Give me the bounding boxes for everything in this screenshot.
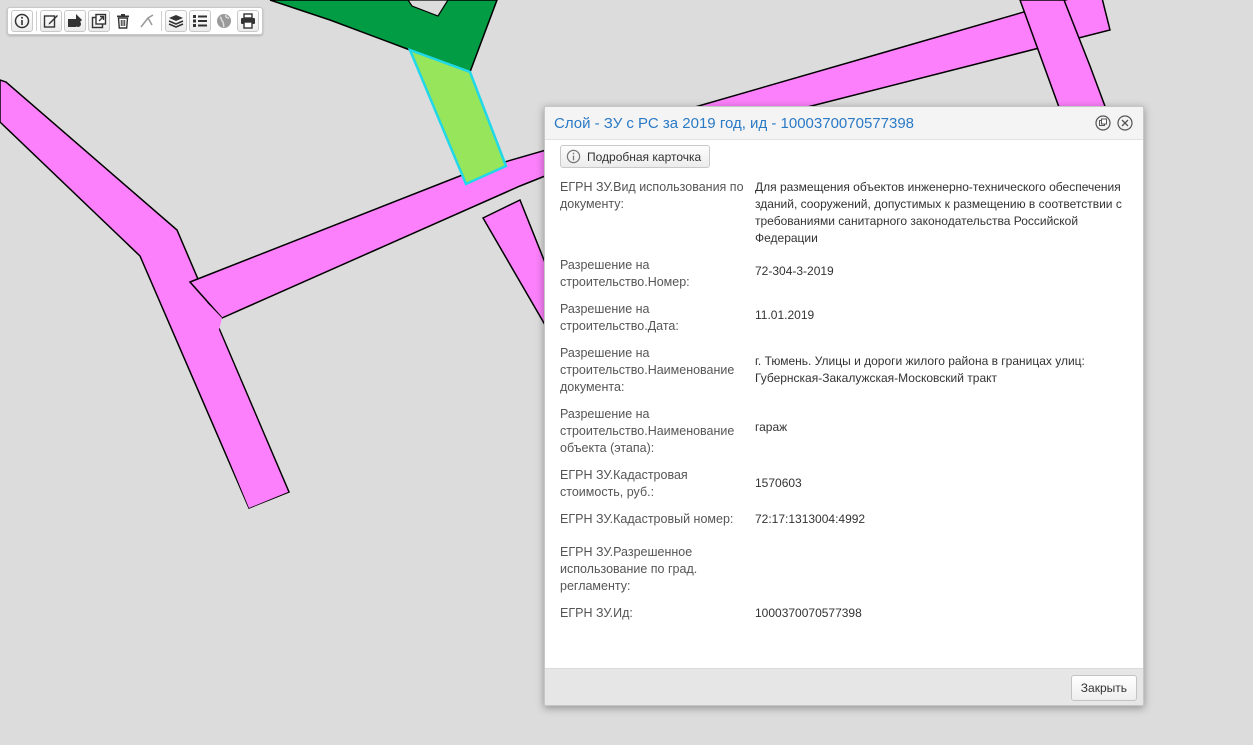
layers-tool-button[interactable] [165, 10, 187, 32]
close-icon [1117, 115, 1133, 131]
info-icon [14, 13, 30, 29]
measure-icon [140, 14, 154, 28]
export-icon [91, 13, 107, 29]
popup-detach-button[interactable] [1095, 115, 1111, 131]
map-toolbar [7, 7, 263, 35]
attribute-value: г. Тюмень. Улицы и дороги жилого района … [755, 354, 1085, 385]
edit-icon [43, 15, 58, 28]
info-icon [566, 149, 581, 164]
attribute-label: Разрешение на строительство.Наименование… [560, 407, 735, 455]
attribute-row: ЕГРН ЗУ.Кадастровая стоимость, руб.: 157… [560, 467, 1135, 501]
popup-header: Слой - ЗУ с РС за 2019 год, ид - 1000370… [545, 107, 1143, 140]
globe-tool-button[interactable] [213, 10, 235, 32]
attribute-label: Разрешение на строительство.Дата: [560, 302, 679, 333]
list-icon [193, 15, 207, 27]
attribute-label: Разрешение на строительство.Номер: [560, 258, 690, 289]
measure-tool-button[interactable] [136, 10, 158, 32]
close-button[interactable]: Закрыть [1070, 675, 1137, 701]
attribute-value: 72:17:1313004:4992 [755, 512, 866, 526]
attribute-value: 1000370070577398 [755, 606, 862, 620]
attribute-row: ЕГРН ЗУ.Кадастровый номер: 72:17:1313004… [560, 511, 1135, 528]
attribute-label: ЕГРН ЗУ.Вид использования по документу: [560, 180, 744, 211]
attribute-row: ЕГРН ЗУ.Вид использования по документу: … [560, 179, 1135, 247]
toolbar-group-tools [10, 10, 159, 32]
popup-footer: Закрыть [545, 668, 1143, 705]
attribute-value: 1570603 [755, 476, 802, 490]
globe-icon [217, 14, 231, 28]
delete-tool-button[interactable] [112, 10, 134, 32]
attribute-value: 72-304-3-2019 [755, 264, 834, 278]
popup-close-x-button[interactable] [1117, 115, 1133, 131]
layers-icon [168, 15, 184, 28]
attribute-row: Разрешение на строительство.Дата: 11.01.… [560, 301, 1135, 335]
attribute-label: ЕГРН ЗУ.Кадастровый номер: [560, 512, 734, 526]
edit-tool-button[interactable] [40, 10, 62, 32]
toolbar-separator [161, 11, 162, 31]
attribute-value: гараж [755, 420, 788, 434]
attribute-label: Разрешение на строительство.Наименование… [560, 346, 735, 394]
trash-icon [117, 14, 129, 29]
info-tool-button[interactable] [11, 10, 33, 32]
feature-info-popup: Слой - ЗУ с РС за 2019 год, ид - 1000370… [544, 106, 1144, 706]
attribute-label: ЕГРН ЗУ.Кадастровая стоимость, руб.: [560, 468, 688, 499]
print-icon [241, 13, 255, 29]
print-tool-button[interactable] [237, 10, 259, 32]
attribute-value [755, 544, 1135, 595]
legend-list-button[interactable] [189, 10, 211, 32]
detach-icon [1095, 115, 1111, 131]
attribute-label: ЕГРН ЗУ.Ид: [560, 606, 633, 620]
detailed-card-label: Подробная карточка [587, 149, 702, 164]
attribute-label: ЕГРН ЗУ.Разрешенное использование по гра… [560, 545, 698, 593]
shapes-tool-button[interactable] [64, 10, 86, 32]
attribute-value: Для размещения объектов инженерно-технич… [755, 180, 1122, 245]
attribute-value: 11.01.2019 [755, 308, 815, 322]
attribute-row: ЕГРН ЗУ.Ид: 1000370070577398 [560, 605, 1135, 622]
popup-title: Слой - ЗУ с РС за 2019 год, ид - 1000370… [554, 115, 914, 132]
attribute-list: ЕГРН ЗУ.Вид использования по документу: … [560, 179, 1135, 632]
attribute-row: Разрешение на строительство.Наименование… [560, 406, 1135, 457]
export-tool-button[interactable] [88, 10, 110, 32]
detailed-card-button[interactable]: Подробная карточка [560, 145, 711, 168]
shapes-icon [68, 14, 82, 27]
toolbar-separator [36, 11, 37, 31]
toolbar-group-layers [164, 10, 260, 32]
attribute-row: Разрешение на строительство.Наименование… [560, 345, 1135, 396]
attribute-row: Разрешение на строительство.Номер: 72-30… [560, 257, 1135, 291]
attribute-row: ЕГРН ЗУ.Разрешенное использование по гра… [560, 544, 1135, 595]
